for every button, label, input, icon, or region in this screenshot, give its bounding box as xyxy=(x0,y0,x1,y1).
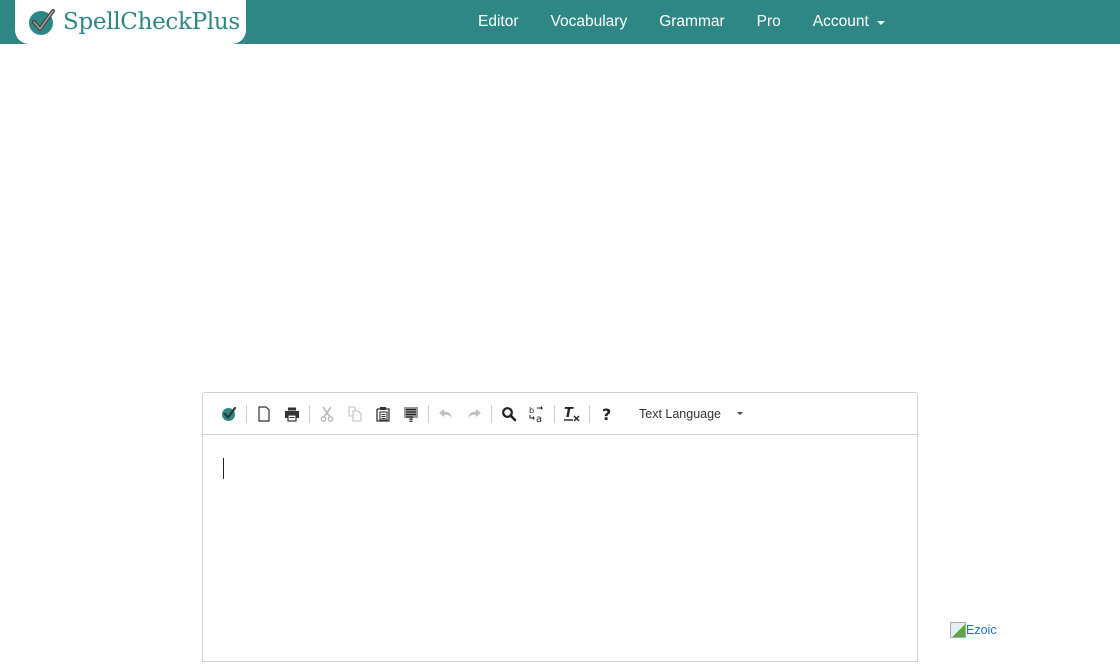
print-icon xyxy=(285,407,299,422)
nav-account-dropdown[interactable]: Account xyxy=(797,13,901,31)
toolbar-separator xyxy=(309,404,310,423)
copy-button[interactable] xyxy=(343,402,367,426)
text-editor: b a T ? Text Language xyxy=(202,392,918,662)
svg-text:?: ? xyxy=(602,405,611,423)
remove-format-icon: T xyxy=(564,406,580,421)
text-language-select[interactable]: Text Language xyxy=(639,406,744,421)
toolbar-separator xyxy=(428,404,429,423)
nav-grammar-label: Grammar xyxy=(659,13,725,30)
checkmark-logo-icon xyxy=(27,7,57,37)
find-button[interactable] xyxy=(497,402,521,426)
ezoic-ad-link[interactable]: Ezoic xyxy=(950,622,997,638)
toolbar-separator xyxy=(589,404,590,423)
nav-grammar[interactable]: Grammar xyxy=(643,13,740,31)
paste-plain-text-button[interactable] xyxy=(399,402,423,426)
editor-toolbar: b a T ? Text Language xyxy=(203,393,917,435)
help-button[interactable]: ? xyxy=(595,402,619,426)
undo-button[interactable] xyxy=(434,402,458,426)
undo-icon xyxy=(439,408,452,418)
nav-vocabulary[interactable]: Vocabulary xyxy=(535,13,644,31)
remove-format-button[interactable]: T xyxy=(560,402,584,426)
toolbar-separator xyxy=(246,404,247,423)
help-icon: ? xyxy=(602,405,611,423)
editor-text-area[interactable] xyxy=(203,435,917,665)
chevron-down-icon xyxy=(876,21,885,25)
paste-plain-text-icon xyxy=(404,406,418,422)
nav-links: Editor Vocabulary Grammar Pro Account xyxy=(462,0,901,44)
broken-image-icon xyxy=(950,622,966,638)
new-document-button[interactable] xyxy=(252,402,276,426)
replace-button[interactable]: b a xyxy=(525,402,549,426)
copy-icon xyxy=(348,405,362,422)
redo-icon xyxy=(468,408,481,418)
print-button[interactable] xyxy=(280,402,304,426)
spellcheck-icon xyxy=(222,406,237,421)
new-document-icon xyxy=(258,405,270,422)
nav-pro-label: Pro xyxy=(756,13,781,30)
redo-button[interactable] xyxy=(462,402,486,426)
text-language-label: Text Language xyxy=(639,406,722,421)
chevron-down-icon xyxy=(737,412,744,415)
svg-text:b: b xyxy=(529,406,534,415)
cut-button[interactable] xyxy=(315,402,339,426)
cut-icon xyxy=(320,406,334,422)
nav-pro[interactable]: Pro xyxy=(741,13,797,31)
nav-editor-label: Editor xyxy=(478,13,519,30)
toolbar-separator xyxy=(554,404,555,423)
top-navbar: SpellCheckPlus Editor Vocabulary Grammar… xyxy=(0,0,1120,44)
svg-text:T: T xyxy=(564,406,574,421)
ezoic-label: Ezoic xyxy=(966,623,997,637)
svg-text:a: a xyxy=(536,414,542,423)
find-icon xyxy=(502,406,517,421)
nav-account-label: Account xyxy=(812,13,869,30)
paste-button[interactable] xyxy=(371,402,395,426)
replace-icon: b a xyxy=(529,406,543,423)
spellcheck-button[interactable] xyxy=(217,402,241,426)
toolbar-separator xyxy=(491,404,492,423)
brand-logo[interactable]: SpellCheckPlus xyxy=(15,0,246,44)
text-cursor xyxy=(223,458,224,479)
brand-name: SpellCheckPlus xyxy=(63,9,240,35)
nav-vocabulary-label: Vocabulary xyxy=(550,13,628,30)
paste-icon xyxy=(376,406,390,422)
nav-editor[interactable]: Editor xyxy=(462,13,535,31)
